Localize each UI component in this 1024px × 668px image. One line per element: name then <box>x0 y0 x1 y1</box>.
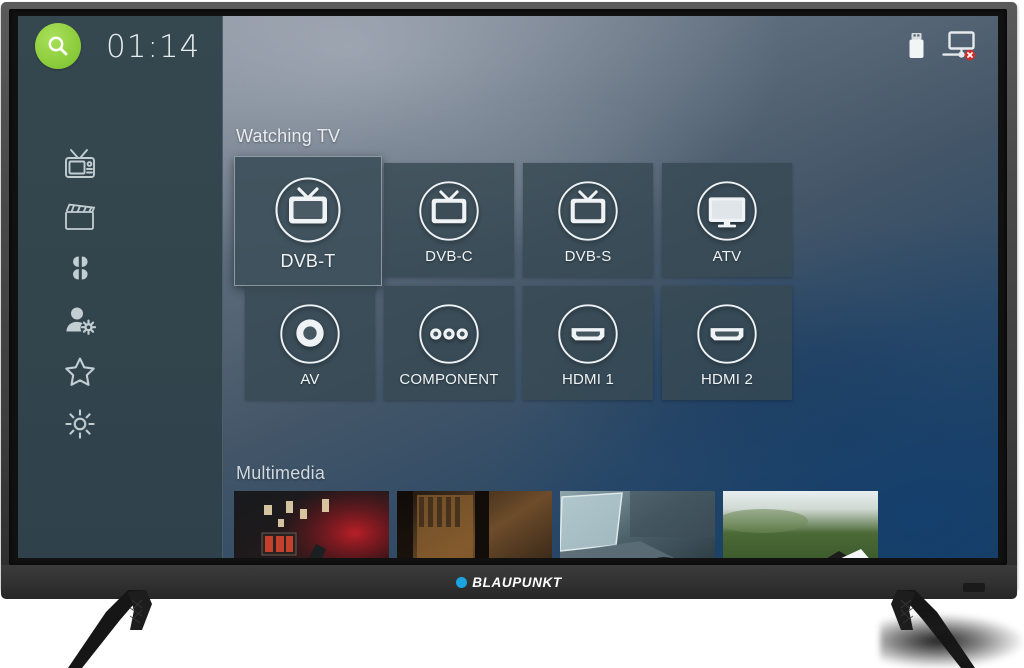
tile-label: AV <box>300 371 320 388</box>
sidebar-item-apps[interactable] <box>18 242 222 294</box>
sidebar: 01:14 <box>18 16 223 558</box>
tile-dvb-c[interactable]: DVB-C <box>384 163 514 277</box>
image-smudge-artifact <box>880 614 1024 668</box>
tv-set: 01:14 Watching TV DVB-T DVB-C DVB-S ATV … <box>0 0 1024 668</box>
section-title-watching-tv: Watching TV <box>236 126 341 146</box>
star-icon <box>65 357 95 386</box>
multimedia-thumbnail-row <box>234 491 878 558</box>
tile-label: ATV <box>712 248 742 265</box>
sidebar-item-account[interactable] <box>18 294 222 346</box>
three-jacks-icon <box>419 304 479 364</box>
user-settings-icon <box>66 307 97 335</box>
apps-grid-icon <box>72 256 88 280</box>
sidebar-item-settings[interactable] <box>18 398 222 450</box>
tile-label: HDMI 2 <box>700 371 754 388</box>
search-button[interactable] <box>35 23 81 69</box>
tv-stand-left <box>68 590 152 668</box>
thumbnail-3-image <box>560 491 715 558</box>
tv-retro-icon <box>65 149 95 178</box>
sidebar-item-favourites[interactable] <box>18 346 222 398</box>
tile-label: DVB-S <box>564 248 612 265</box>
monitor-icon <box>697 181 757 241</box>
tile-dvb-t[interactable]: DVB-T <box>234 156 382 286</box>
tv-antenna-icon <box>419 181 479 241</box>
tile-dvb-s[interactable]: DVB-S <box>523 163 653 277</box>
tile-label: HDMI 1 <box>561 371 615 388</box>
search-icon <box>48 36 68 56</box>
tv-screen: 01:14 Watching TV DVB-T DVB-C DVB-S ATV … <box>18 16 998 558</box>
rca-jack-icon <box>280 304 340 364</box>
tile-hdmi-2[interactable]: HDMI 2 <box>662 286 792 400</box>
sidebar-nav <box>18 138 222 450</box>
tv-antenna-icon <box>275 177 341 243</box>
clapperboard-icon <box>65 203 96 230</box>
hdmi-port-icon <box>697 304 757 364</box>
thumbnail-3[interactable] <box>560 491 715 558</box>
tile-atv[interactable]: ATV <box>662 163 792 277</box>
tv-antenna-icon <box>558 181 618 241</box>
sidebar-item-live-tv[interactable] <box>18 138 222 190</box>
thumbnail-4-image <box>723 491 878 558</box>
brand-name: BLAUPUNKT <box>472 574 562 590</box>
section-title-multimedia: Multimedia <box>236 463 326 483</box>
clock: 01:14 <box>106 29 201 65</box>
gear-icon <box>65 409 95 439</box>
tile-label: DVB-C <box>425 248 473 265</box>
thumbnail-4[interactable] <box>723 491 878 558</box>
tile-hdmi-1[interactable]: HDMI 1 <box>523 286 653 400</box>
tile-label: DVB-T <box>280 251 336 271</box>
thumbnail-2[interactable] <box>397 491 552 558</box>
tile-label: COMPONENT <box>399 371 499 388</box>
sidebar-item-movies[interactable] <box>18 190 222 242</box>
thumbnail-1[interactable] <box>234 491 389 558</box>
hdmi-port-icon <box>558 304 618 364</box>
thumbnail-2-image <box>397 491 552 558</box>
brand-dot-icon <box>456 576 468 588</box>
tile-av[interactable]: AV <box>245 286 375 400</box>
main-content: Watching TV DVB-T DVB-C DVB-S ATV AV COM… <box>222 16 998 558</box>
tile-component[interactable]: COMPONENT <box>384 286 514 400</box>
thumbnail-1-image <box>234 491 389 558</box>
